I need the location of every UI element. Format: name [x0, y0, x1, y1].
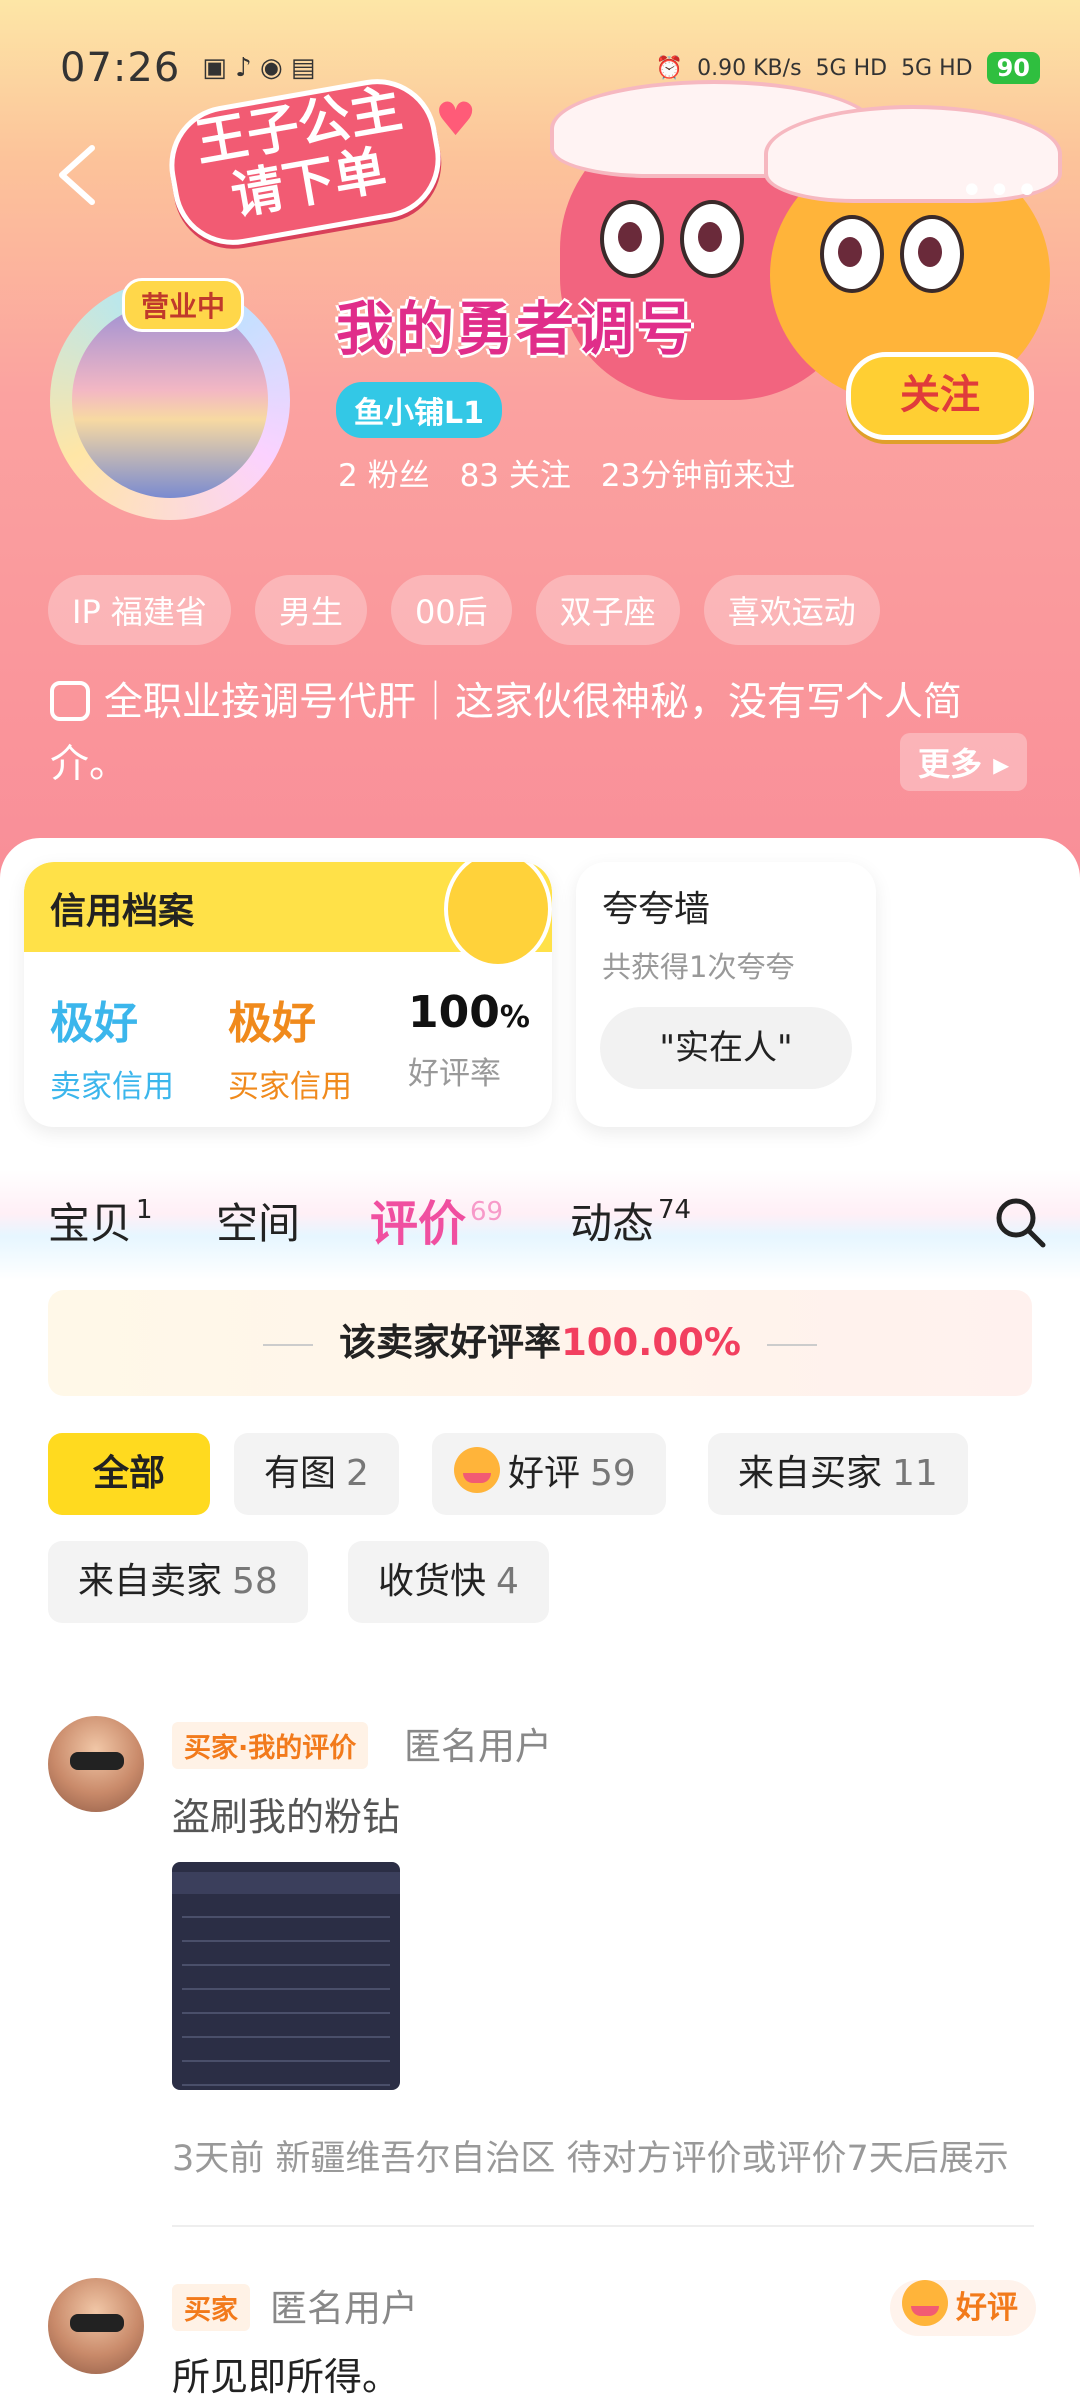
praise-subtitle: 共获得1次夸夸 [602, 950, 795, 984]
filter-buyers-label: 来自买家 [738, 1453, 883, 1494]
praise-wall-card[interactable]: 夸夸墙 共获得1次夸夸 "实在人" [576, 862, 876, 1127]
seller-credit-label: 卖家信用 [50, 1069, 174, 1105]
review-item[interactable]: 买家 匿名用户 所见即所得。 [48, 2278, 1038, 2400]
business-status-badge: 营业中 [122, 278, 245, 332]
shop-level-badge[interactable]: 鱼小铺L1 [336, 382, 502, 438]
good-rate-label: 好评率 [408, 1056, 501, 1092]
filter-photos-count: 2 [346, 1453, 369, 1494]
review-text: 盗刷我的粉钻 [172, 1795, 401, 1839]
tab-posts-count: 74 [658, 1195, 692, 1225]
more-options-icon[interactable]: ••• [960, 168, 1043, 214]
filter-all[interactable]: 全部 [48, 1433, 210, 1515]
filter-fast-count: 4 [496, 1561, 519, 1602]
reviewer-avatar[interactable] [48, 2278, 144, 2374]
filter-with-photos[interactable]: 有图 2 [234, 1433, 399, 1515]
bio-text: 全职业接调号代肝｜这家伙很神秘，没有写个人简介。 [50, 680, 963, 787]
signal-1: 5G HD [815, 55, 888, 81]
filter-sellers-label: 来自卖家 [78, 1561, 223, 1602]
tag-age: 00后 [390, 575, 512, 645]
filter-photos-label: 有图 [264, 1453, 337, 1494]
profile-tags: IP 福建省 男生 00后 双子座 喜欢运动 [48, 575, 880, 645]
last-visit: 23分钟前来过 [600, 458, 796, 494]
happy-face-icon [902, 2280, 948, 2326]
reviewer-avatar[interactable] [48, 1716, 144, 1812]
review-item[interactable]: 买家·我的评价 匿名用户 盗刷我的粉钻 3天前 新疆维吾尔自治区 待对方评价或评… [48, 1716, 1038, 2196]
good-rate: 100% 好评率 [408, 987, 530, 1093]
net-speed: 0.90 KB/s [697, 55, 802, 81]
positive-rating-badge: 好评 [890, 2280, 1036, 2336]
fans-count[interactable]: 2 粉丝 [338, 450, 430, 495]
rating-label: 好评 [956, 2290, 1018, 2326]
good-rate-value: 100 [408, 987, 500, 1038]
filter-from-sellers[interactable]: 来自卖家 58 [48, 1541, 308, 1623]
review-divider [172, 2225, 1034, 2227]
more-label: 更多 [918, 745, 983, 783]
filter-fast-label: 收货快 [378, 1561, 487, 1602]
seller-credit-value: 极好 [50, 998, 138, 1049]
tab-space[interactable]: 空间 [216, 1190, 300, 1251]
filter-all-label: 全部 [92, 1453, 165, 1494]
review-role-badge: 买家·我的评价 [172, 1722, 369, 1769]
happy-face-icon [454, 1447, 500, 1493]
shop-icon [50, 681, 90, 721]
tab-items-count: 1 [136, 1195, 153, 1225]
reviewer-name: 匿名用户 [270, 2287, 418, 2330]
rate-banner-value: 100.00% [561, 1321, 741, 1364]
filter-buyers-count: 11 [892, 1453, 938, 1494]
tab-bar-background [0, 1170, 1080, 1280]
bio-more-button[interactable]: 更多 ▸ [900, 733, 1028, 791]
good-rate-banner: 该卖家好评率100.00% [48, 1290, 1032, 1396]
filter-positive[interactable]: 好评 59 [432, 1433, 666, 1515]
credit-title: 信用档案 [50, 891, 195, 932]
filter-sellers-count: 58 [232, 1561, 278, 1602]
tab-posts-label: 动态 [570, 1199, 655, 1248]
filter-fast-delivery[interactable]: 收货快 4 [348, 1541, 549, 1623]
filter-from-buyers[interactable]: 来自买家 11 [708, 1433, 968, 1515]
filter-positive-label: 好评 [508, 1453, 581, 1494]
following-count[interactable]: 83 关注 [460, 450, 571, 495]
tab-posts[interactable]: 动态 74 [570, 1190, 691, 1251]
notification-icons: ▣ ♪ ◉ ▤ [202, 53, 316, 83]
buyer-credit: 极好 买家信用 [228, 987, 352, 1106]
review-photo[interactable] [172, 1862, 400, 2090]
shop-name: 我的勇者调号 [336, 295, 697, 363]
buyer-credit-value: 极好 [228, 998, 316, 1049]
signal-2: 5G HD [901, 55, 973, 81]
tab-space-label: 空间 [216, 1199, 301, 1248]
filter-positive-count: 59 [590, 1453, 636, 1494]
review-text: 所见即所得。 [172, 2355, 401, 2399]
status-time: 07:26 [60, 45, 181, 91]
bio: 全职业接调号代肝｜这家伙很神秘，没有写个人简介。 [50, 672, 1030, 796]
review-role-badge: 买家 [172, 2284, 250, 2331]
back-arrow-icon[interactable] [52, 140, 102, 210]
tab-reviews[interactable]: 评价 69 [370, 1184, 504, 1258]
tag-gender: 男生 [254, 575, 367, 645]
duck-mascot-icon [444, 862, 552, 968]
battery-level: 90 [986, 52, 1040, 84]
tab-reviews-label: 评价 [370, 1196, 467, 1252]
status-bar: 07:26 ▣ ♪ ◉ ▤ ⏰ 0.90 KB/s 5G HD 5G HD 90 [60, 38, 1040, 98]
rate-banner-prefix: 该卖家好评率 [339, 1321, 562, 1364]
alarm-icon: ⏰ [655, 55, 684, 81]
heart-icon: ♥ [435, 92, 477, 146]
review-meta: 3天前 新疆维吾尔自治区 待对方评价或评价7天后展示 [172, 2139, 1009, 2179]
profile-stats: 2 粉丝 83 关注 23分钟前来过 [338, 450, 795, 495]
tab-items-label: 宝贝 [48, 1199, 133, 1248]
praise-chip: "实在人" [600, 1007, 852, 1089]
search-icon[interactable] [992, 1194, 1048, 1250]
seller-credit: 极好 卖家信用 [50, 987, 174, 1106]
tag-location: IP 福建省 [48, 575, 231, 645]
good-rate-unit: % [499, 1000, 530, 1035]
tag-hobby: 喜欢运动 [703, 575, 880, 645]
tab-items[interactable]: 宝贝 1 [48, 1190, 153, 1251]
buyer-credit-label: 买家信用 [228, 1069, 352, 1105]
tag-zodiac: 双子座 [535, 575, 680, 645]
reviewer-name: 匿名用户 [404, 1725, 552, 1768]
follow-button[interactable]: 关注 [846, 352, 1034, 440]
credit-card[interactable]: 信用档案 极好 卖家信用 极好 买家信用 100% 好评率 [24, 862, 552, 1127]
tab-reviews-count: 69 [470, 1197, 504, 1227]
praise-title: 夸夸墙 [602, 889, 711, 930]
